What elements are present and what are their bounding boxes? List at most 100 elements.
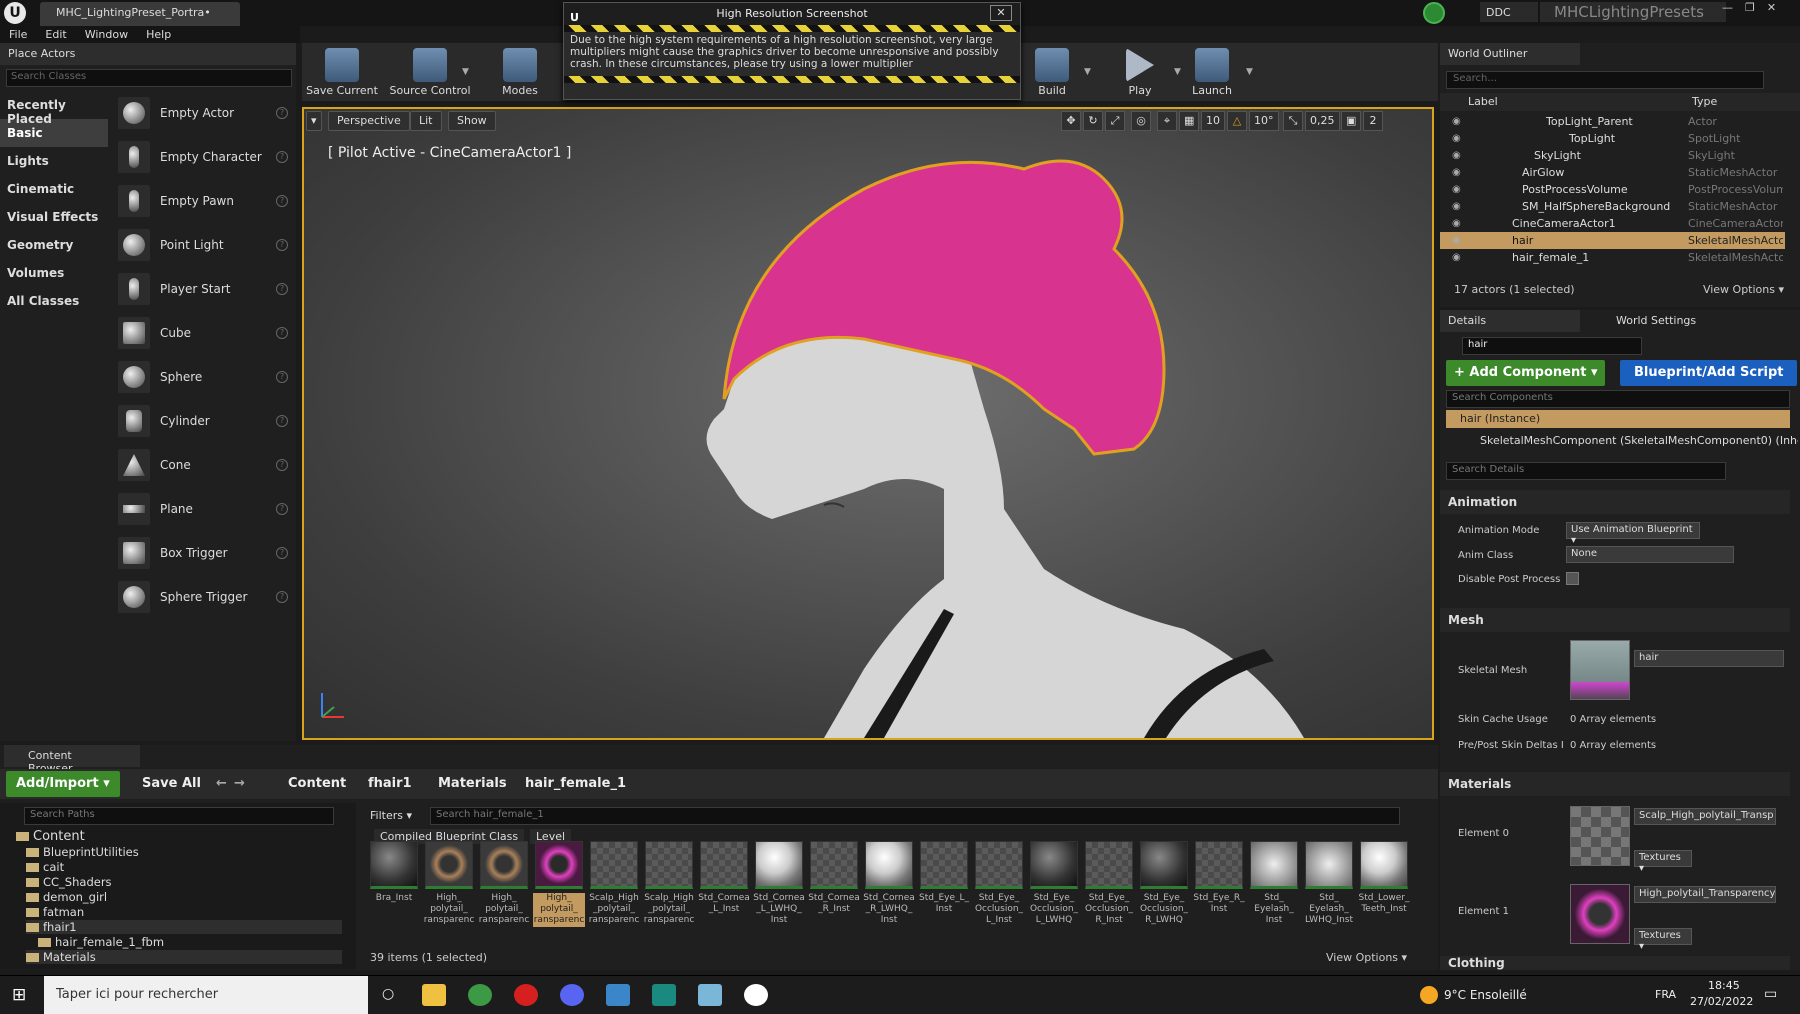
help-icon[interactable]: ?	[276, 503, 288, 515]
help-icon[interactable]: ?	[276, 591, 288, 603]
asset-tile[interactable]: High_ polytail_ ransparenc	[478, 841, 530, 927]
search-details-input[interactable]: Search Details	[1446, 462, 1726, 480]
actor-empty-actor[interactable]: Empty Actor?	[110, 91, 296, 135]
asset-tile[interactable]: Scalp_High _polytail_ ransparenc	[588, 841, 640, 927]
place-actors-tab[interactable]: Place Actors	[0, 43, 296, 65]
grid-snap-icon[interactable]: ▦	[1179, 111, 1200, 131]
notifications-icon[interactable]: ▭	[1764, 986, 1777, 1002]
asset-tile[interactable]: Std_ Eyelash_ LWHQ_Inst	[1303, 841, 1355, 927]
asset-tile[interactable]: Std_Eye_ Occlusion_ R_Inst	[1083, 841, 1135, 927]
discord-icon[interactable]	[560, 984, 584, 1006]
lit-button[interactable]: Lit	[410, 111, 442, 131]
breadcrumb-fhair1[interactable]: fhair1	[368, 776, 412, 791]
unreal-taskbar-icon[interactable]	[744, 984, 768, 1006]
clothing-section[interactable]: Clothing	[1440, 956, 1790, 970]
element-1-textures-dropdown[interactable]: Textures ▾	[1634, 928, 1692, 952]
chrome-icon[interactable]	[468, 984, 492, 1006]
app-icon[interactable]	[698, 984, 722, 1006]
help-icon[interactable]: ?	[276, 327, 288, 339]
tree-folder[interactable]: BlueprintUtilities	[26, 845, 139, 859]
outliner-row[interactable]: ◉ SM_HalfSphereBackground StaticMeshActor	[1440, 198, 1785, 215]
clock-time[interactable]: 18:45	[1708, 979, 1740, 992]
launch-button[interactable]: Launch	[1172, 43, 1252, 101]
menu-file[interactable]: File	[9, 28, 27, 41]
help-icon[interactable]: ?	[276, 415, 288, 427]
actor-player-start[interactable]: Player Start?	[110, 267, 296, 311]
help-icon[interactable]: ?	[276, 459, 288, 471]
grid-size[interactable]: 10	[1201, 111, 1225, 131]
weather-text[interactable]: 9°C Ensoleillé	[1444, 988, 1527, 1002]
animation-mode-dropdown[interactable]: Use Animation Blueprint ▾	[1566, 522, 1700, 546]
help-icon[interactable]: ?	[276, 239, 288, 251]
asset-tile[interactable]: High_ polytail_ ransparenc	[533, 841, 585, 927]
actor-cylinder[interactable]: Cylinder?	[110, 399, 296, 443]
category-volumes[interactable]: Volumes	[0, 259, 108, 287]
search-assets-input[interactable]: Search hair_female_1	[430, 807, 1400, 825]
element-0-thumbnail[interactable]	[1570, 806, 1630, 866]
breadcrumb-content[interactable]: Content	[288, 776, 346, 791]
asset-tile[interactable]: Std_Lower_ Teeth_Inst	[1358, 841, 1410, 927]
ddc-indicator[interactable]: DDC	[1480, 2, 1538, 22]
modes-button[interactable]: Modes	[480, 43, 560, 101]
viewport-options-button[interactable]: ▾	[306, 111, 322, 131]
language-indicator[interactable]: FRA	[1655, 988, 1676, 1001]
skeletal-mesh-dropdown[interactable]: hair	[1634, 650, 1784, 667]
source-control-status-icon[interactable]	[1423, 2, 1445, 24]
forward-arrow-icon[interactable]: →	[234, 776, 245, 791]
outliner-row[interactable]: ◉ TopLight SpotLight	[1440, 130, 1785, 147]
asset-tile[interactable]: Std_Cornea _L_Inst	[698, 841, 750, 927]
category-recently-placed[interactable]: Recently Placed	[0, 91, 108, 126]
world-outliner-tab[interactable]: World Outliner	[1440, 43, 1580, 65]
menu-window[interactable]: Window	[85, 28, 128, 41]
asset-tile[interactable]: Scalp_High _polytail_ ransparenc	[643, 841, 695, 927]
help-icon[interactable]: ?	[276, 283, 288, 295]
category-all-classes[interactable]: All Classes	[0, 287, 108, 315]
menu-edit[interactable]: Edit	[45, 28, 66, 41]
search-classes-input[interactable]: Search Classes	[6, 69, 292, 87]
asset-tile[interactable]: Std_Eye_R_ Inst	[1193, 841, 1245, 927]
eye-icon[interactable]: ◉	[1452, 218, 1464, 229]
chevron-down-icon[interactable]: ▼	[462, 67, 469, 77]
component-instance-row[interactable]: hair (Instance)	[1446, 410, 1790, 428]
add-import-button[interactable]: Add/Import ▾	[6, 771, 120, 797]
asset-tile[interactable]: Std_ Eyelash_ Inst	[1248, 841, 1300, 927]
actor-empty-character[interactable]: Empty Character?	[110, 135, 296, 179]
level-viewport[interactable]: ▾ Perspective Lit Show ✥ ↻ ⤢ ◎ ⌖ ▦ 10 △ …	[302, 107, 1434, 740]
element-1-thumbnail[interactable]	[1570, 884, 1630, 944]
rotate-icon[interactable]: ↻	[1083, 111, 1103, 131]
anim-class-dropdown[interactable]: None	[1566, 546, 1734, 563]
build-button[interactable]: Build	[1012, 43, 1092, 101]
outliner-row[interactable]: ◉ TopLight_Parent Actor	[1440, 113, 1785, 130]
asset-tile[interactable]: Bra_Inst	[368, 841, 420, 927]
outliner-row[interactable]: ◉ CineCameraActor1 CineCameraActor	[1440, 215, 1785, 232]
animation-section[interactable]: Animation	[1440, 490, 1790, 514]
rotation-snap-icon[interactable]: △	[1227, 111, 1247, 131]
column-label[interactable]: Label	[1468, 95, 1498, 108]
camera-speed-icon[interactable]: ▣	[1341, 111, 1362, 131]
asset-tile[interactable]: Std_Cornea _L_LWHQ_ Inst	[753, 841, 805, 927]
save-all-button[interactable]: Save All	[142, 776, 201, 791]
clock-date[interactable]: 27/02/2022	[1690, 995, 1753, 1008]
details-tab[interactable]: Details	[1440, 310, 1580, 332]
perspective-button[interactable]: Perspective	[328, 111, 410, 131]
eye-icon[interactable]: ◉	[1452, 252, 1464, 263]
skeletal-mesh-thumbnail[interactable]	[1570, 640, 1630, 700]
asset-tile[interactable]: High_ polytail_ ransparenc	[423, 841, 475, 927]
show-button[interactable]: Show	[448, 111, 496, 131]
help-icon[interactable]: ?	[276, 107, 288, 119]
menu-help[interactable]: Help	[146, 28, 171, 41]
minimize-button[interactable]: —	[1722, 1, 1733, 14]
maximize-button[interactable]: ❐	[1745, 1, 1755, 14]
eye-icon[interactable]: ◉	[1452, 133, 1464, 144]
add-component-button[interactable]: + Add Component ▾	[1446, 360, 1606, 386]
scale-snap-icon[interactable]: ⤡	[1283, 111, 1303, 131]
category-lights[interactable]: Lights	[0, 147, 108, 175]
help-icon[interactable]: ?	[276, 547, 288, 559]
surface-snap-icon[interactable]: ⌖	[1157, 111, 1177, 131]
eye-icon[interactable]: ◉	[1452, 150, 1464, 161]
filters-button[interactable]: Filters ▾	[370, 809, 412, 822]
rotation-size[interactable]: 10°	[1249, 111, 1279, 131]
actor-cone[interactable]: Cone?	[110, 443, 296, 487]
dialog-close-button[interactable]: ✕	[990, 5, 1012, 21]
eye-icon[interactable]: ◉	[1452, 167, 1464, 178]
